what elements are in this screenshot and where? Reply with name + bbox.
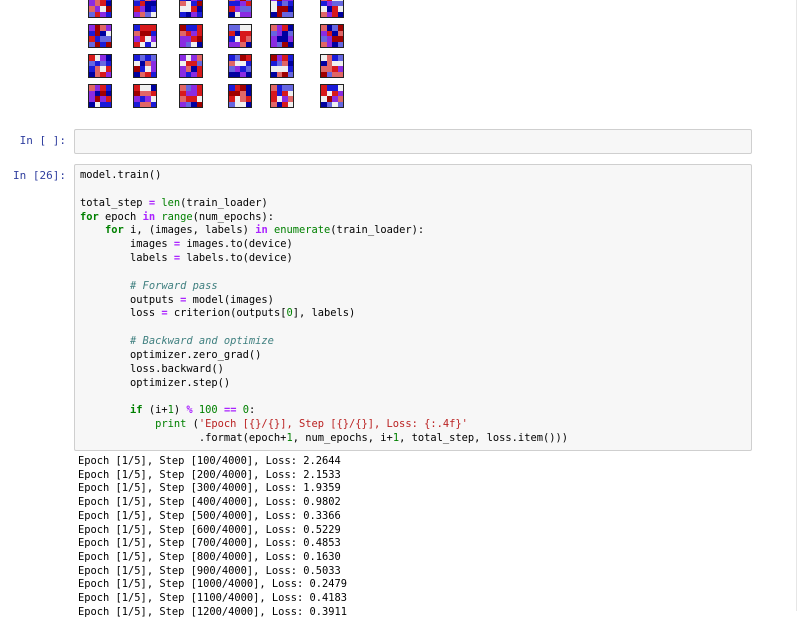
filter-tile xyxy=(133,24,157,48)
notebook: In [ ]: In [26]: model.train() total_ste… xyxy=(0,0,797,618)
code-line: # Forward pass xyxy=(130,279,218,292)
code-editor[interactable]: model.train() total_step = len(train_loa… xyxy=(75,165,751,450)
output-line: Epoch [1/5], Step [900/4000], Loss: 0.50… xyxy=(78,564,341,577)
code-line: for i, (images, labels) in enumerate(tra… xyxy=(105,224,425,237)
code-line: # Backward and optimize xyxy=(130,335,274,348)
output-line: Epoch [1/5], Step [1200/4000], Loss: 0.3… xyxy=(78,605,347,618)
empty-cell-prompt: In [ ]: xyxy=(19,134,66,147)
filter-tile xyxy=(179,24,203,48)
cell-output: Epoch [1/5], Step [100/4000], Loss: 2.26… xyxy=(78,455,778,619)
code-cell-input[interactable]: model.train() total_step = len(train_loa… xyxy=(74,164,752,451)
code-line: loss.backward() xyxy=(80,362,224,375)
filter-tile xyxy=(228,54,252,78)
filter-tile xyxy=(228,24,252,48)
code-line: total_step = len(train_loader) xyxy=(80,196,268,209)
code-line: loss = criterion(outputs[0], labels) xyxy=(80,307,356,320)
code-line: labels = labels.to(device) xyxy=(80,252,293,265)
code-line: if (i+1) % 100 == 0: xyxy=(130,404,256,417)
code-line: images = images.to(device) xyxy=(80,238,293,251)
code-line: print ('Epoch [{}/{}], Step [{}/{}], Los… xyxy=(155,418,468,431)
output-line: Epoch [1/5], Step [500/4000], Loss: 0.33… xyxy=(78,509,341,522)
filter-tile xyxy=(320,0,344,18)
output-line: Epoch [1/5], Step [700/4000], Loss: 0.48… xyxy=(78,537,341,550)
filter-tile xyxy=(133,0,157,18)
code-cell-prompt: In [26]: xyxy=(13,169,66,182)
code-line: model.train() xyxy=(80,169,162,181)
code-line: outputs = model(images) xyxy=(80,293,274,306)
output-line: Epoch [1/5], Step [400/4000], Loss: 0.98… xyxy=(78,496,341,509)
empty-cell-input[interactable] xyxy=(74,129,752,154)
filter-tile xyxy=(88,84,112,108)
filter-tile xyxy=(228,84,252,108)
output-line: Epoch [1/5], Step [1100/4000], Loss: 0.4… xyxy=(78,592,347,605)
output-line: Epoch [1/5], Step [600/4000], Loss: 0.52… xyxy=(78,523,341,536)
filter-tile xyxy=(270,84,294,108)
output-line: Epoch [1/5], Step [200/4000], Loss: 2.15… xyxy=(78,468,341,481)
output-line: Epoch [1/5], Step [1000/4000], Loss: 0.2… xyxy=(78,578,347,591)
filter-tile xyxy=(88,24,112,48)
code-line: optimizer.step() xyxy=(80,376,231,389)
code-line: optimizer.zero_grad() xyxy=(80,348,262,361)
output-line: Epoch [1/5], Step [800/4000], Loss: 0.16… xyxy=(78,550,341,563)
filter-tile xyxy=(179,54,203,78)
filter-tile xyxy=(133,54,157,78)
filter-tile xyxy=(320,84,344,108)
filter-visualization-grid xyxy=(88,0,358,114)
filter-tile xyxy=(320,54,344,78)
output-line: Epoch [1/5], Step [300/4000], Loss: 1.93… xyxy=(78,482,341,495)
filter-tile xyxy=(88,0,112,18)
filter-tile xyxy=(270,24,294,48)
filter-tile xyxy=(179,84,203,108)
code-line: .format(epoch+1, num_epochs, i+1, total_… xyxy=(80,432,568,445)
filter-tile xyxy=(270,54,294,78)
output-line: Epoch [1/5], Step [100/4000], Loss: 2.26… xyxy=(78,455,341,467)
filter-tile xyxy=(320,24,344,48)
filter-tile xyxy=(88,54,112,78)
filter-tile xyxy=(228,0,252,18)
code-line: for epoch in range(num_epochs): xyxy=(80,210,274,223)
filter-tile xyxy=(133,84,157,108)
filter-tile xyxy=(270,0,294,18)
filter-tile xyxy=(179,0,203,18)
